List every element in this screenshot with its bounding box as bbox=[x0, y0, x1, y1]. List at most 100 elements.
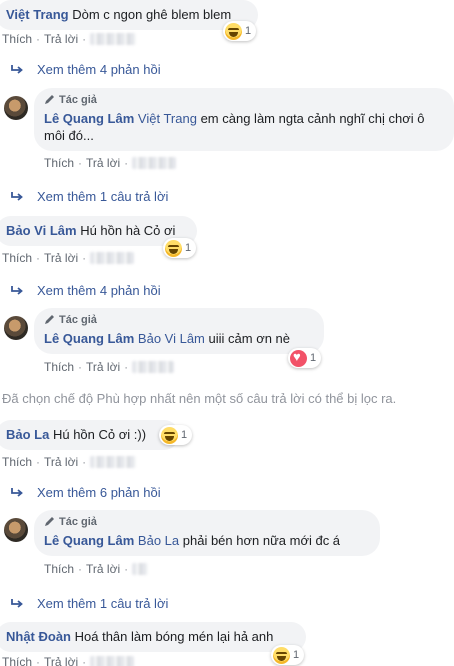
blurred-timestamp bbox=[132, 361, 175, 373]
like-link[interactable]: Thích bbox=[44, 562, 74, 576]
view-more-replies[interactable]: Xem thêm 4 phản hồi bbox=[10, 62, 161, 77]
separator: · bbox=[82, 32, 87, 46]
view-more-replies-label: Xem thêm 6 phản hồi bbox=[37, 485, 161, 500]
view-more-replies[interactable]: Xem thêm 1 câu trả lời bbox=[10, 596, 168, 611]
blurred-timestamp bbox=[90, 456, 137, 468]
author-badge: Tác giả bbox=[44, 515, 370, 529]
like-link[interactable]: Thích bbox=[2, 251, 32, 265]
like-link[interactable]: Thích bbox=[44, 156, 74, 170]
separator: · bbox=[82, 655, 87, 666]
like-link[interactable]: Thích bbox=[2, 455, 32, 469]
reply-link[interactable]: Trả lời bbox=[44, 251, 78, 265]
comment-text: Hoá thân làm bóng mén lại hả anh bbox=[74, 629, 274, 644]
blurred-timestamp bbox=[132, 563, 149, 575]
view-more-replies[interactable]: Xem thêm 6 phản hồi bbox=[10, 485, 161, 500]
comment-text: Dòm c ngon ghê blem blem bbox=[72, 7, 232, 22]
reply-link[interactable]: Trả lời bbox=[86, 360, 120, 374]
comment-actions: Thích · Trả lời · bbox=[44, 156, 177, 170]
separator: · bbox=[78, 562, 83, 576]
reply-arrow-icon bbox=[11, 64, 23, 74]
view-more-replies-label: Xem thêm 1 câu trả lời bbox=[37, 189, 169, 204]
mention-link[interactable]: Bảo Vi Lâm bbox=[138, 331, 205, 346]
view-more-replies-label: Xem thêm 4 phản hồi bbox=[37, 283, 161, 298]
author-badge-label: Tác giả bbox=[59, 94, 97, 106]
reply-link[interactable]: Trả lời bbox=[44, 455, 78, 469]
haha-reaction-icon bbox=[161, 426, 178, 444]
mention-link[interactable]: Việt Trang bbox=[138, 111, 197, 126]
blurred-timestamp bbox=[90, 656, 135, 666]
avatar[interactable] bbox=[4, 518, 28, 542]
reply-bubble: Tác giả Lê Quang Lâm Việt Trang em càng … bbox=[34, 88, 454, 151]
comment-text: phải bén hơn nữa mới đc á bbox=[182, 533, 341, 548]
view-more-replies[interactable]: Xem thêm 1 câu trả lời bbox=[10, 189, 168, 204]
comment-actions: Thích · Trả lời · bbox=[2, 251, 135, 265]
reply-link[interactable]: Trả lời bbox=[44, 655, 78, 666]
reaction-count[interactable]: 1 bbox=[163, 238, 197, 258]
like-link[interactable]: Thích bbox=[44, 360, 74, 374]
separator: · bbox=[82, 455, 87, 469]
pen-icon bbox=[45, 315, 54, 324]
reply-arrow-icon bbox=[11, 285, 23, 295]
reaction-count-value: 1 bbox=[181, 429, 188, 441]
commenter-name[interactable]: Nhật Đoàn bbox=[6, 629, 71, 644]
commenter-name[interactable]: Lê Quang Lâm bbox=[44, 331, 134, 346]
author-badge: Tác giả bbox=[44, 93, 444, 107]
reaction-count[interactable]: 1 bbox=[288, 348, 322, 368]
separator: · bbox=[36, 655, 41, 666]
view-more-replies[interactable]: Xem thêm 4 phản hồi bbox=[10, 283, 161, 298]
avatar[interactable] bbox=[4, 96, 28, 120]
commenter-name[interactable]: Bảo Vi Lâm bbox=[6, 223, 77, 238]
author-badge: Tác giả bbox=[44, 313, 314, 327]
comment-actions: Thích · Trả lời · bbox=[44, 562, 149, 576]
separator: · bbox=[82, 251, 87, 265]
separator: · bbox=[78, 156, 83, 170]
separator: · bbox=[36, 455, 41, 469]
haha-reaction-icon bbox=[165, 239, 182, 257]
blurred-timestamp bbox=[90, 33, 137, 45]
reply-arrow-icon bbox=[11, 487, 23, 497]
reply-link[interactable]: Trả lời bbox=[86, 156, 120, 170]
reply-link[interactable]: Trả lời bbox=[86, 562, 120, 576]
reaction-count[interactable]: 1 bbox=[223, 21, 257, 41]
haha-reaction-icon bbox=[225, 22, 242, 40]
blurred-timestamp bbox=[132, 157, 177, 169]
author-badge-label: Tác giả bbox=[59, 314, 97, 326]
author-badge-label: Tác giả bbox=[59, 516, 97, 528]
separator: · bbox=[124, 562, 129, 576]
commenter-name[interactable]: Việt Trang bbox=[6, 7, 69, 22]
filter-notice: Đã chọn chế độ Phù hợp nhất nên một số c… bbox=[2, 391, 397, 406]
pen-icon bbox=[45, 517, 54, 526]
comment-text: uiii cảm ơn nè bbox=[208, 331, 291, 346]
comment-actions: Thích · Trả lời · bbox=[2, 655, 135, 666]
pen-icon bbox=[45, 95, 54, 104]
reaction-count-value: 1 bbox=[293, 649, 300, 661]
like-link[interactable]: Thích bbox=[2, 655, 32, 666]
reaction-count[interactable]: 1 bbox=[159, 425, 193, 445]
comment-actions: Thích · Trả lời · bbox=[44, 360, 175, 374]
reaction-count-value: 1 bbox=[310, 352, 317, 364]
separator: · bbox=[36, 32, 41, 46]
view-more-replies-label: Xem thêm 4 phản hồi bbox=[37, 62, 161, 77]
reply-bubble: Tác giả Lê Quang Lâm Bảo La phải bén hơn… bbox=[34, 510, 380, 556]
reply-arrow-icon bbox=[11, 598, 23, 608]
commenter-name[interactable]: Lê Quang Lâm bbox=[44, 111, 134, 126]
reaction-count[interactable]: 1 bbox=[271, 645, 305, 665]
mention-link[interactable]: Bảo La bbox=[138, 533, 179, 548]
blurred-timestamp bbox=[90, 252, 135, 264]
reply-bubble: Tác giả Lê Quang Lâm Bảo Vi Lâm uiii cảm… bbox=[34, 308, 324, 354]
comment-bubble: Việt Trang Dòm c ngon ghê blem blem bbox=[0, 0, 258, 30]
avatar[interactable] bbox=[4, 316, 28, 340]
reply-arrow-icon bbox=[11, 191, 23, 201]
like-link[interactable]: Thích bbox=[2, 32, 32, 46]
comment-text: Hú hồn Cỏ ơi :)) bbox=[52, 427, 147, 442]
separator: · bbox=[124, 156, 129, 170]
view-more-replies-label: Xem thêm 1 câu trả lời bbox=[37, 596, 169, 611]
comments-thread: Việt Trang Dòm c ngon ghê blem blem 1 Th… bbox=[0, 0, 454, 666]
reaction-count-value: 1 bbox=[185, 242, 192, 254]
commenter-name[interactable]: Lê Quang Lâm bbox=[44, 533, 134, 548]
comment-bubble: Bảo La Hú hồn Cỏ ơi :)) bbox=[0, 420, 179, 450]
reply-link[interactable]: Trả lời bbox=[44, 32, 78, 46]
commenter-name[interactable]: Bảo La bbox=[6, 427, 49, 442]
comment-bubble: Nhật Đoàn Hoá thân làm bóng mén lại hả a… bbox=[0, 622, 306, 652]
haha-reaction-icon bbox=[273, 646, 290, 664]
